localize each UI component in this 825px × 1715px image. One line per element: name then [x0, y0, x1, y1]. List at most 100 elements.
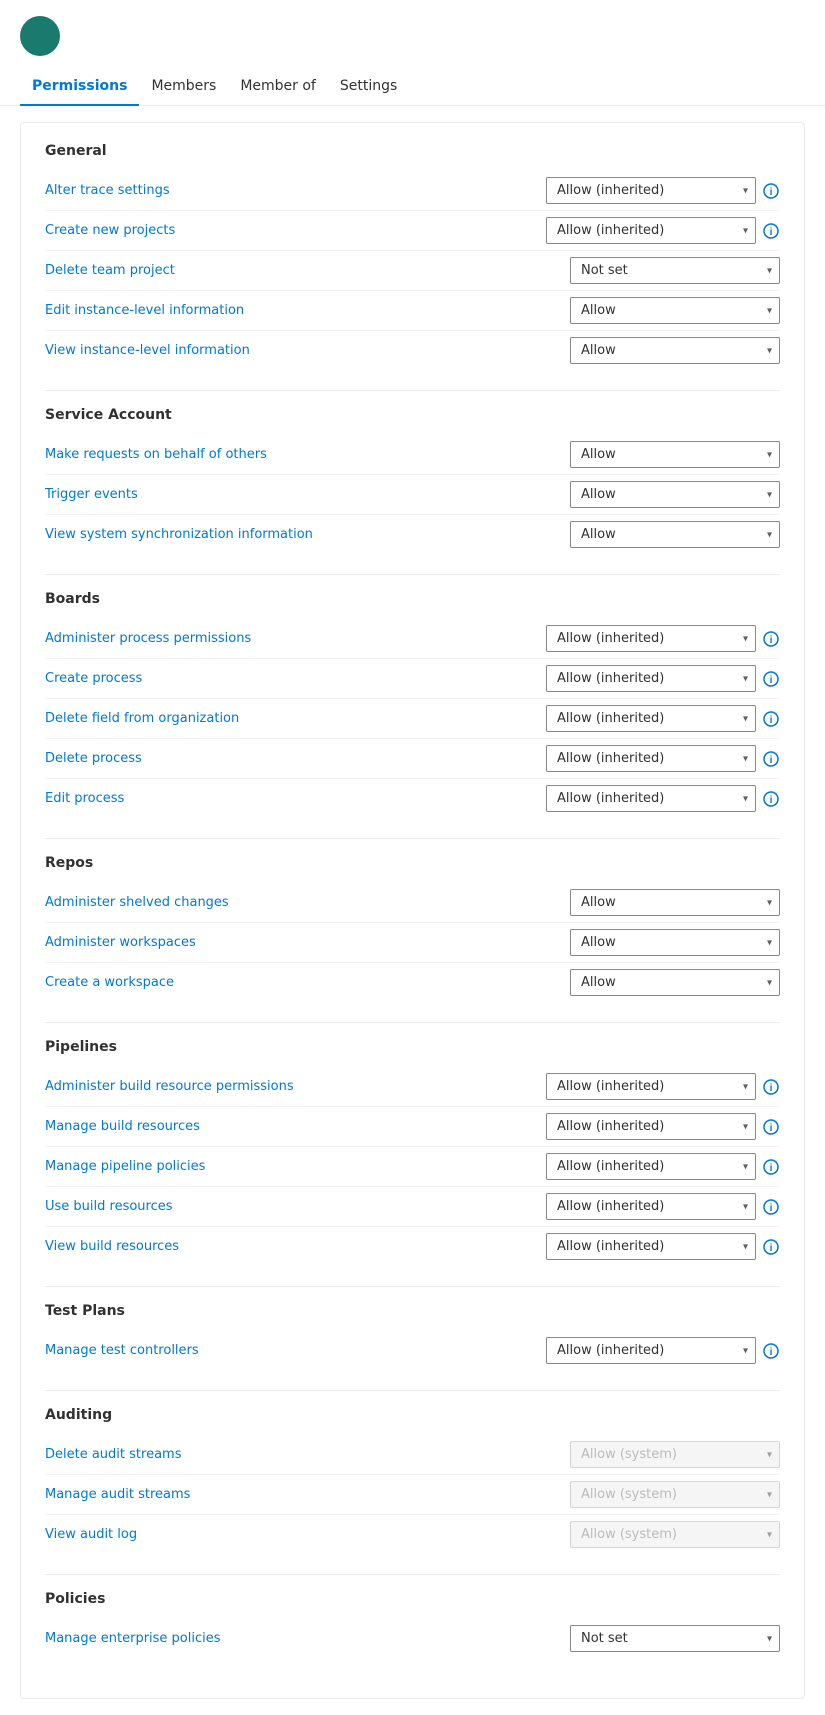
permission-select[interactable]: Not setAllowAllow (inherited)DenyDeny (i…	[570, 521, 780, 548]
permission-select[interactable]: Not setAllowAllow (inherited)DenyDeny (i…	[570, 297, 780, 324]
permission-control: Not setAllowAllow (inherited)DenyDeny (i…	[546, 1073, 780, 1100]
svg-text:i: i	[770, 1347, 773, 1358]
select-wrapper: Not setAllowAllow (inherited)DenyDeny (i…	[546, 785, 756, 812]
permission-row: Create a workspaceNot setAllowAllow (inh…	[45, 963, 780, 1002]
tab-settings[interactable]: Settings	[328, 68, 409, 106]
permission-label: Create process	[45, 671, 546, 686]
info-icon[interactable]: i	[762, 1158, 780, 1176]
permission-select[interactable]: Not setAllowAllow (inherited)DenyDeny (i…	[546, 785, 756, 812]
permission-select[interactable]: Not setAllowAllow (inherited)DenyDeny (i…	[546, 1113, 756, 1140]
permission-select[interactable]: Not setAllowAllow (inherited)DenyDeny (i…	[546, 1193, 756, 1220]
permission-control: Not setAllowAllow (inherited)DenyDeny (i…	[546, 177, 780, 204]
permission-label: Manage test controllers	[45, 1343, 546, 1358]
select-wrapper: Not setAllowAllow (inherited)DenyDeny (i…	[546, 1153, 756, 1180]
permission-control: Not setAllowAllow (inherited)DenyDeny (i…	[570, 257, 780, 284]
info-icon[interactable]: i	[762, 710, 780, 728]
tab-member-of[interactable]: Member of	[228, 68, 328, 106]
section-auditing: AuditingDelete audit streamsNot setAllow…	[45, 1407, 780, 1554]
permission-select[interactable]: Not setAllowAllow (inherited)DenyDeny (i…	[546, 665, 756, 692]
permission-label: Delete team project	[45, 263, 570, 278]
permission-select[interactable]: Not setAllowAllow (inherited)DenyDeny (i…	[570, 441, 780, 468]
permission-row: View instance-level informationNot setAl…	[45, 331, 780, 370]
permission-select[interactable]: Not setAllowAllow (inherited)DenyDeny (i…	[570, 481, 780, 508]
permission-select[interactable]: Not setAllowAllow (inherited)DenyDeny (i…	[546, 1233, 756, 1260]
section-divider	[45, 1022, 780, 1023]
permission-label: Use build resources	[45, 1199, 546, 1214]
permission-select[interactable]: Not setAllowAllow (inherited)DenyDeny (i…	[546, 705, 756, 732]
permission-select[interactable]: Not setAllowAllow (inherited)DenyDeny (i…	[570, 889, 780, 916]
permission-select[interactable]: Not setAllowAllow (inherited)DenyDeny (i…	[570, 1521, 780, 1548]
info-icon[interactable]: i	[762, 750, 780, 768]
permission-row: Delete team projectNot setAllowAllow (in…	[45, 251, 780, 291]
permission-row: Administer process permissionsNot setAll…	[45, 619, 780, 659]
permission-select[interactable]: Not setAllowAllow (inherited)DenyDeny (i…	[570, 1481, 780, 1508]
select-wrapper: Not setAllowAllow (inherited)DenyDeny (i…	[546, 1337, 756, 1364]
info-icon[interactable]: i	[762, 1238, 780, 1256]
permission-select[interactable]: Not setAllowAllow (inherited)DenyDeny (i…	[546, 745, 756, 772]
permission-row: View build resourcesNot setAllowAllow (i…	[45, 1227, 780, 1266]
info-icon[interactable]: i	[762, 1118, 780, 1136]
permission-select[interactable]: Not setAllowAllow (inherited)DenyDeny (i…	[570, 929, 780, 956]
permission-label: Trigger events	[45, 487, 570, 502]
permission-row: Create processNot setAllowAllow (inherit…	[45, 659, 780, 699]
permission-select[interactable]: Not setAllowAllow (inherited)DenyDeny (i…	[570, 1625, 780, 1652]
permission-select[interactable]: Not setAllowAllow (inherited)DenyDeny (i…	[546, 177, 756, 204]
info-icon[interactable]: i	[762, 1342, 780, 1360]
permission-row: Manage build resourcesNot setAllowAllow …	[45, 1107, 780, 1147]
permission-select[interactable]: Not setAllowAllow (inherited)DenyDeny (i…	[570, 257, 780, 284]
permission-control: Not setAllowAllow (inherited)DenyDeny (i…	[546, 1233, 780, 1260]
tabs-nav: Permissions Members Member of Settings	[0, 68, 825, 106]
info-icon[interactable]: i	[762, 1198, 780, 1216]
select-wrapper: Not setAllowAllow (inherited)DenyDeny (i…	[570, 929, 780, 956]
permission-select[interactable]: Not setAllowAllow (inherited)DenyDeny (i…	[546, 217, 756, 244]
permission-select[interactable]: Not setAllowAllow (inherited)DenyDeny (i…	[570, 1441, 780, 1468]
select-wrapper: Not setAllowAllow (inherited)DenyDeny (i…	[570, 1521, 780, 1548]
svg-text:i: i	[770, 1083, 773, 1094]
section-title: Service Account	[45, 407, 780, 423]
permission-control: Not setAllowAllow (inherited)DenyDeny (i…	[546, 1337, 780, 1364]
permission-label: View audit log	[45, 1527, 570, 1542]
select-wrapper: Not setAllowAllow (inherited)DenyDeny (i…	[546, 705, 756, 732]
permissions-card: GeneralAlter trace settingsNot setAllowA…	[20, 122, 805, 1699]
permission-label: Create new projects	[45, 223, 546, 238]
info-icon[interactable]: i	[762, 790, 780, 808]
permission-control: Not setAllowAllow (inherited)DenyDeny (i…	[570, 1441, 780, 1468]
permission-select[interactable]: Not setAllowAllow (inherited)DenyDeny (i…	[570, 969, 780, 996]
info-icon[interactable]: i	[762, 670, 780, 688]
permission-label: Administer build resource permissions	[45, 1079, 546, 1094]
permission-select[interactable]: Not setAllowAllow (inherited)DenyDeny (i…	[546, 1153, 756, 1180]
permission-row: Use build resourcesNot setAllowAllow (in…	[45, 1187, 780, 1227]
permission-label: Manage build resources	[45, 1119, 546, 1134]
permission-row: Manage test controllersNot setAllowAllow…	[45, 1331, 780, 1370]
permission-row: Delete processNot setAllowAllow (inherit…	[45, 739, 780, 779]
permission-label: Alter trace settings	[45, 183, 546, 198]
info-icon[interactable]: i	[762, 222, 780, 240]
permission-control: Not setAllowAllow (inherited)DenyDeny (i…	[570, 1481, 780, 1508]
select-wrapper: Not setAllowAllow (inherited)DenyDeny (i…	[570, 257, 780, 284]
svg-text:i: i	[770, 675, 773, 686]
permission-row: Administer workspacesNot setAllowAllow (…	[45, 923, 780, 963]
permission-select[interactable]: Not setAllowAllow (inherited)DenyDeny (i…	[546, 625, 756, 652]
svg-text:i: i	[770, 1243, 773, 1254]
permission-control: Not setAllowAllow (inherited)DenyDeny (i…	[546, 1113, 780, 1140]
permission-row: View system synchronization informationN…	[45, 515, 780, 554]
permission-label: View instance-level information	[45, 343, 570, 358]
info-icon[interactable]: i	[762, 630, 780, 648]
select-wrapper: Not setAllowAllow (inherited)DenyDeny (i…	[546, 217, 756, 244]
tab-permissions[interactable]: Permissions	[20, 68, 139, 106]
tab-members[interactable]: Members	[139, 68, 228, 106]
permission-label: View system synchronization information	[45, 527, 570, 542]
info-icon[interactable]: i	[762, 182, 780, 200]
permission-row: Manage audit streamsNot setAllowAllow (i…	[45, 1475, 780, 1515]
permission-select[interactable]: Not setAllowAllow (inherited)DenyDeny (i…	[570, 337, 780, 364]
permission-row: Edit instance-level informationNot setAl…	[45, 291, 780, 331]
info-icon[interactable]: i	[762, 1078, 780, 1096]
permission-label: Manage audit streams	[45, 1487, 570, 1502]
section-title: Boards	[45, 591, 780, 607]
permission-select[interactable]: Not setAllowAllow (inherited)DenyDeny (i…	[546, 1337, 756, 1364]
section-policies: PoliciesManage enterprise policiesNot se…	[45, 1591, 780, 1658]
permission-row: View audit logNot setAllowAllow (inherit…	[45, 1515, 780, 1554]
permission-select[interactable]: Not setAllowAllow (inherited)DenyDeny (i…	[546, 1073, 756, 1100]
permission-control: Not setAllowAllow (inherited)DenyDeny (i…	[570, 889, 780, 916]
main-content: GeneralAlter trace settingsNot setAllowA…	[0, 106, 825, 1715]
